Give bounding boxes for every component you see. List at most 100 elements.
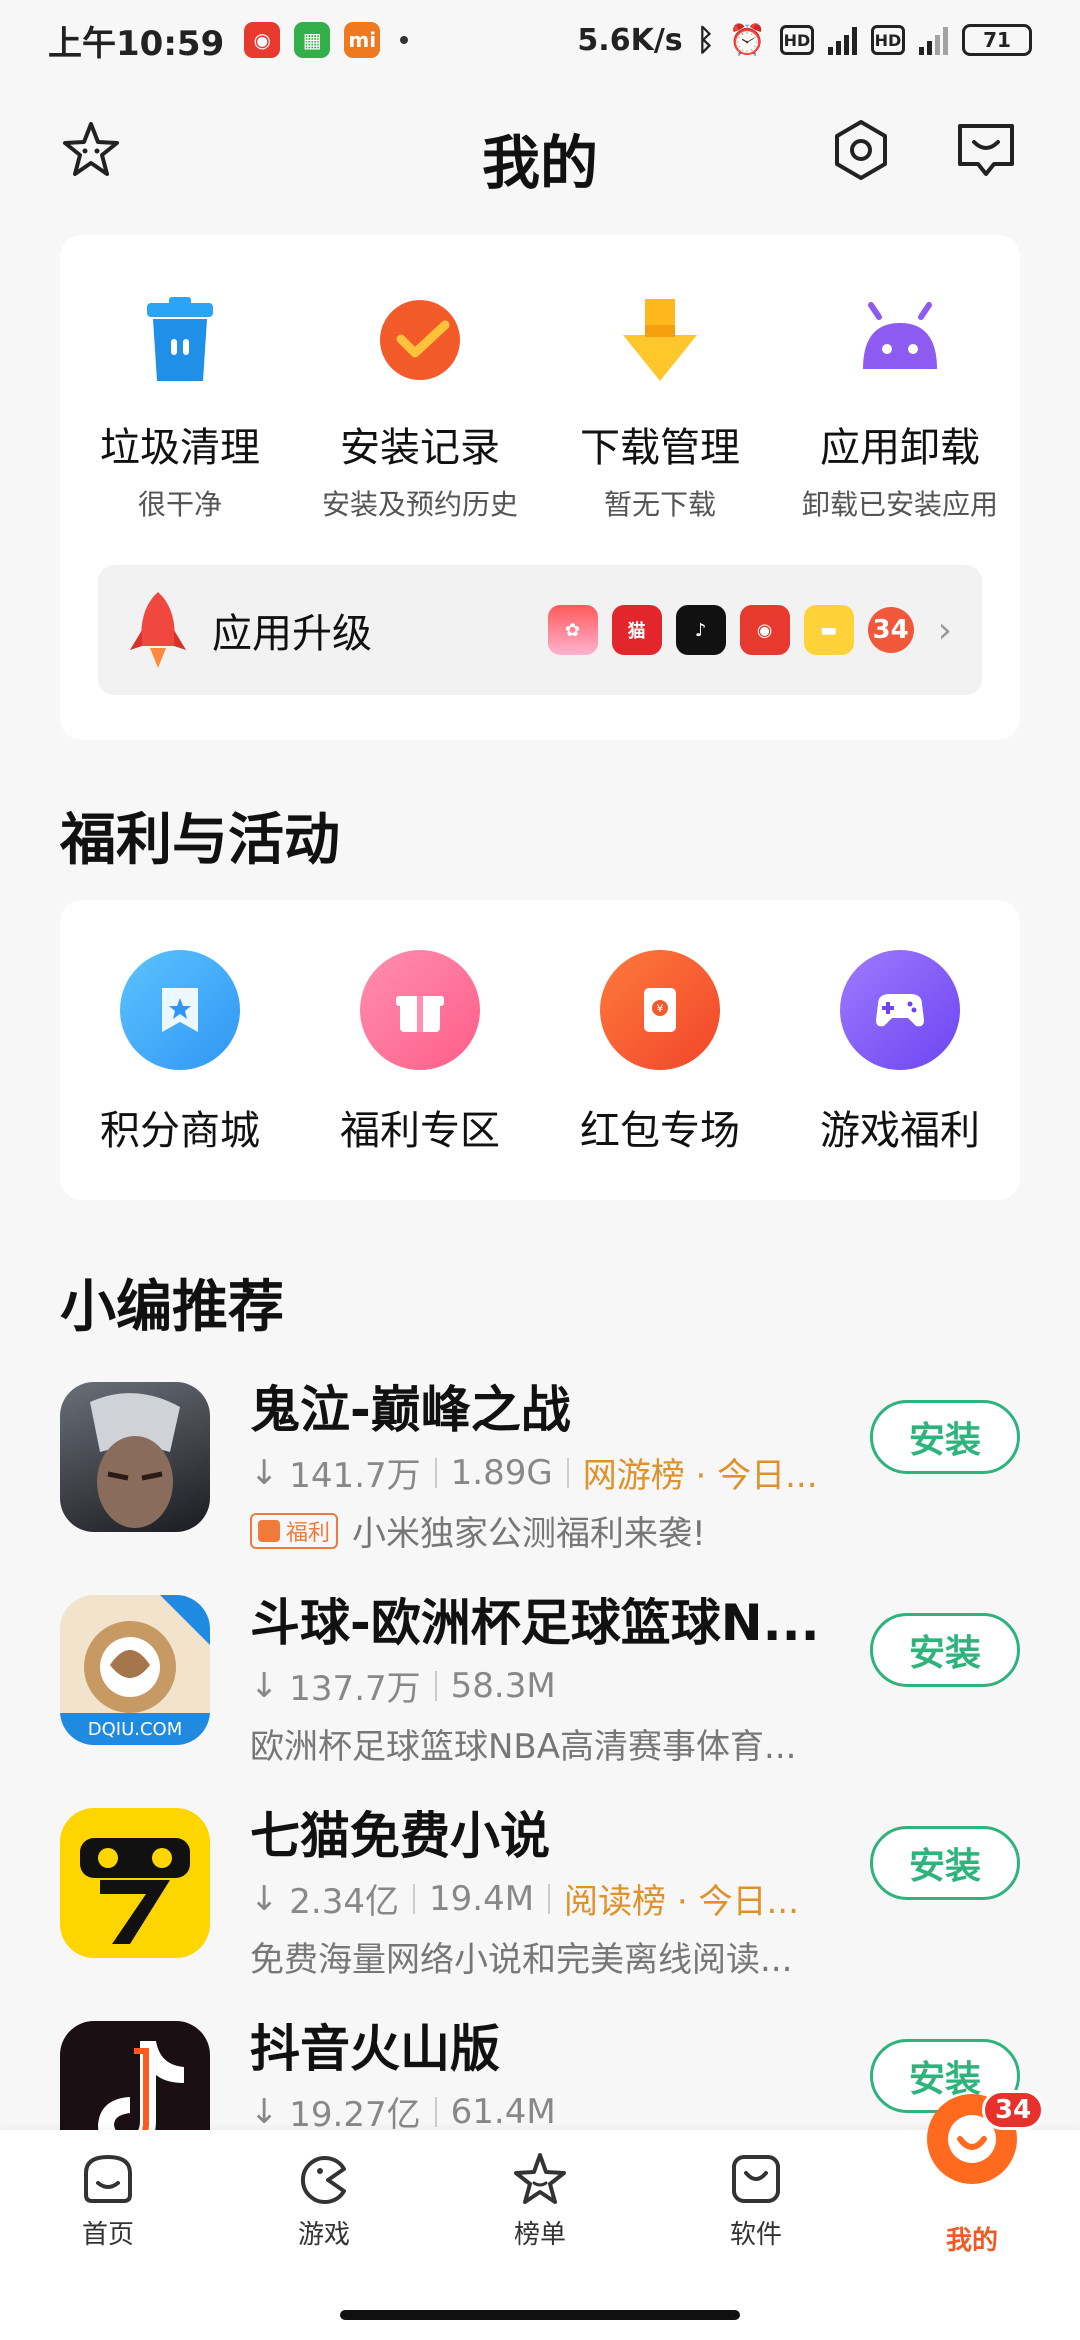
tiktok-icon: ♪ [675, 605, 726, 655]
nav-label: 游戏 [297, 2219, 350, 2250]
nav-games[interactable]: 游戏 [216, 2130, 432, 2270]
app-upgrade-row[interactable]: 应用升级 ✿ 猫 ♪ ◉ ▬ 34 › [98, 565, 982, 695]
app-name: 鬼泣-巅峰之战 [250, 1381, 571, 1439]
bluetooth-icon: ᛒ [696, 22, 715, 58]
app-downloads: 2.34亿 [289, 1882, 399, 1922]
app-meta: ↓ 137.7万 58.3M [250, 1661, 556, 1710]
tool-sub: 卸载已安装应用 [801, 488, 998, 521]
download-arrow-icon: ↓ [250, 1665, 290, 1706]
tool-uninstall[interactable]: 应用卸载 卸载已安装应用 [780, 295, 1020, 523]
app-downloads: 141.7万 [289, 1456, 421, 1496]
points-mall-icon [120, 950, 240, 1070]
battery-icon: 71 [962, 24, 1032, 56]
download-icon [615, 295, 705, 385]
welfare-game[interactable]: 游戏福利 [780, 950, 1020, 1156]
tool-sub: 很干净 [137, 488, 222, 521]
gift-tag-icon [258, 1519, 280, 1542]
app-size: 58.3M [450, 1665, 556, 1706]
nav-label: 首页 [81, 2219, 134, 2250]
settings-button[interactable] [825, 114, 897, 186]
upgrade-count-badge: 34 [867, 607, 914, 653]
nav-label: 我的 [945, 2225, 998, 2256]
svg-text:DQIU.COM: DQIU.COM [88, 1719, 183, 1740]
net-speed: 5.6K/s [577, 22, 683, 58]
download-arrow-icon: ↓ [250, 2091, 290, 2132]
messages-button[interactable] [950, 114, 1022, 186]
download-arrow-icon: ↓ [250, 1452, 290, 1493]
message-icon [958, 124, 1014, 176]
netease-music-icon: ◉ [739, 605, 790, 655]
tool-download-manager[interactable]: 下载管理 暂无下载 [540, 295, 780, 523]
welfare-points-mall[interactable]: 积分商城 [60, 950, 300, 1156]
svg-text:¥: ¥ [657, 1002, 664, 1015]
app-meta: ↓ 19.27亿 61.4M [250, 2087, 556, 2136]
nav-software[interactable]: 软件 [648, 2130, 864, 2270]
red-packet-icon: ¥ [600, 950, 720, 1070]
status-app-icons: ◉ ▦ mi [244, 22, 381, 58]
home-icon [79, 2150, 137, 2208]
status-bar: 上午10:59 ◉ ▦ mi 5.6K/s ᛒ ⏰ HD HD 71 [0, 0, 1080, 80]
bottom-nav: 首页 游戏 榜单 软件 34 我的 [0, 2090, 1080, 2340]
welfare-name: 福利专区 [340, 1108, 500, 1154]
upgrade-label: 应用升级 [212, 611, 372, 657]
tool-name: 应用卸载 [820, 425, 980, 471]
app-desc: 欧洲杯足球篮球NBA高清赛事体育... [250, 1727, 797, 1767]
app-list-item[interactable]: DQIU.COM 斗球-欧洲杯足球篮球N... ↓ 137.7万 58.3M 欧… [60, 1573, 1020, 1773]
notification-dot [400, 36, 409, 44]
app-desc-row: 免费海量网络小说和完美离线阅读... [250, 1932, 910, 1981]
nav-rankings[interactable]: 榜单 [432, 2130, 648, 2270]
gear-icon [835, 120, 887, 180]
download-arrow-icon: ↓ [250, 1878, 290, 1919]
app-desc-row: 欧洲杯足球篮球NBA高清赛事体育... [250, 1719, 910, 1768]
game-icon [295, 2150, 353, 2208]
nav-badge: 34 [982, 2090, 1045, 2130]
welfare-name: 积分商城 [100, 1108, 260, 1154]
app-downloads: 19.27亿 [289, 2095, 421, 2135]
app-list-item[interactable]: 鬼泣-巅峰之战 ↓ 141.7万 1.89G 网游榜 · 今日... 福利 小米… [60, 1360, 1020, 1560]
android-icon [855, 295, 945, 385]
app-desc: 免费海量网络小说和完美离线阅读... [250, 1940, 793, 1980]
welfare-tag: 福利 [250, 1512, 339, 1549]
app-meta: ↓ 141.7万 1.89G 网游榜 · 今日... [250, 1448, 818, 1497]
welfare-zone[interactable]: 福利专区 [300, 950, 540, 1156]
tool-name: 下载管理 [580, 425, 740, 471]
star-icon [511, 2150, 569, 2208]
signal-icon [828, 25, 857, 55]
yellow-app-icon: ▬ [803, 605, 854, 655]
hd-icon-2: HD [871, 25, 905, 55]
trash-icon [135, 295, 225, 385]
install-button[interactable]: 安装 [870, 1613, 1020, 1687]
signal-icon-2 [919, 25, 948, 55]
gamepad-icon [840, 950, 960, 1070]
app-size: 19.4M [429, 1878, 535, 1919]
chevron-right-icon: › [937, 609, 952, 651]
app-icon [60, 1382, 210, 1532]
home-indicator[interactable] [340, 2310, 740, 2320]
install-button[interactable]: 安装 [870, 1400, 1020, 1474]
nav-label: 软件 [729, 2219, 782, 2250]
status-time: 上午10:59 [48, 23, 225, 64]
tool-sub: 安装及预约历史 [321, 488, 518, 521]
app-name: 抖音火山版 [250, 2020, 500, 2078]
nav-label: 榜单 [513, 2219, 566, 2250]
app-name: 斗球-欧洲杯足球篮球N... [250, 1594, 820, 1652]
welfare-red-packet[interactable]: ¥ 红包专场 [540, 950, 780, 1156]
netease-music-icon: ◉ [244, 22, 281, 58]
tool-junk-clean[interactable]: 垃圾清理 很干净 [60, 295, 300, 523]
page-title: 我的 [481, 129, 598, 197]
install-button[interactable]: 安装 [870, 1826, 1020, 1900]
app-rank: 网游榜 · 今日... [582, 1456, 818, 1496]
app-icon: DQIU.COM [60, 1595, 210, 1745]
app-list-item[interactable]: 七猫免费小说 ↓ 2.34亿 19.4M 阅读榜 · 今日... 免费海量网络小… [60, 1786, 1020, 1986]
welfare-section-title: 福利与活动 [60, 808, 340, 873]
mi-app-icon: mi [344, 22, 381, 58]
rocket-icon [130, 592, 186, 668]
nav-me[interactable]: 34 我的 [864, 2090, 1080, 2270]
page-header: 我的 [0, 100, 1080, 200]
welfare-name: 红包专场 [580, 1108, 740, 1154]
tool-name: 垃圾清理 [100, 425, 260, 471]
tool-install-history[interactable]: 安装记录 安装及预约历史 [300, 295, 540, 523]
nav-home[interactable]: 首页 [0, 2130, 216, 2270]
green-app-icon: ▦ [294, 22, 331, 58]
tools-card: 垃圾清理 很干净 安装记录 安装及预约历史 下载管理 暂无下载 应用卸载 卸载已… [60, 235, 1020, 740]
